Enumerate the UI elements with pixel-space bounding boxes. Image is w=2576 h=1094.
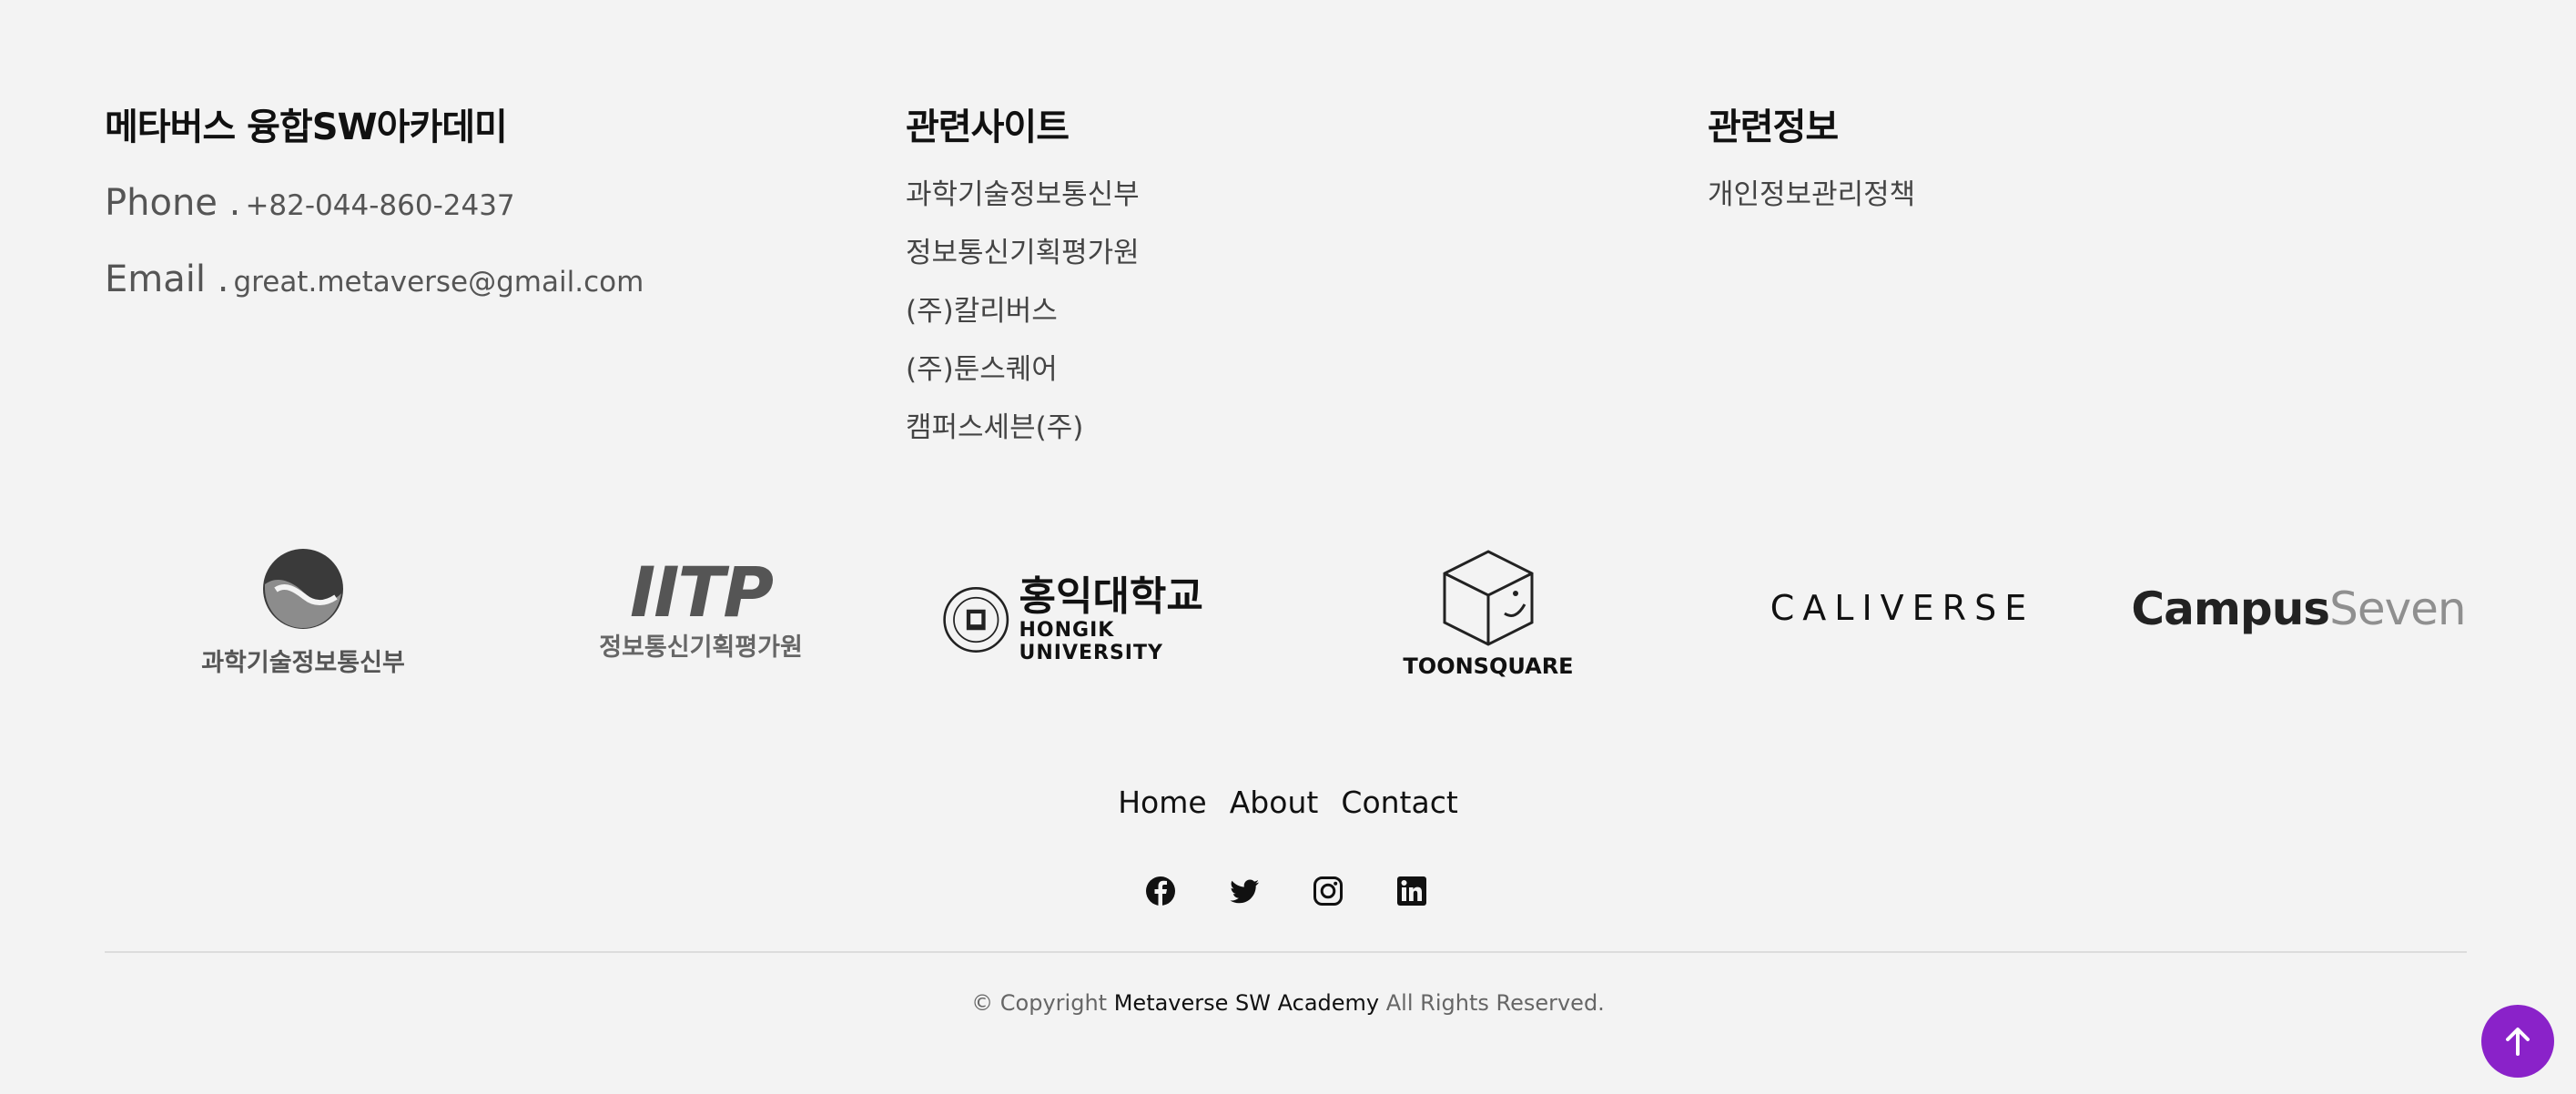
related-site-link[interactable]: (주)칼리버스 <box>906 282 1140 340</box>
social-links <box>1145 876 1427 907</box>
related-sites-title: 관련사이트 <box>906 106 1070 148</box>
phone-line: Phone . +82-044-860-2437 <box>105 177 644 229</box>
hongik-seal-icon <box>943 587 1009 653</box>
phone-label: Phone . <box>105 182 241 224</box>
iitp-logo[interactable]: IITP 정보통신기획평가원 <box>569 552 833 663</box>
toonsquare-logo-text: TOONSQUARE <box>1403 653 1574 679</box>
hongik-logo[interactable]: 홍익대학교 HONGIK UNIVERSITY <box>942 575 1233 664</box>
msit-logo-text: 과학기술정보통신부 <box>201 649 405 677</box>
back-to-top-button[interactable] <box>2481 1005 2554 1078</box>
copyright: © Copyright Metaverse SW Academy All Rig… <box>0 990 2576 1016</box>
iitp-logo-mark: IITP <box>629 552 774 633</box>
toonsquare-logo[interactable]: TOONSQUARE <box>1388 548 1588 679</box>
facebook-icon[interactable] <box>1145 876 1176 907</box>
copyright-prefix: © Copyright <box>971 990 1108 1016</box>
nav-home-link[interactable]: Home <box>1118 785 1206 820</box>
caliverse-logo[interactable]: CALIVERSE <box>1739 588 2066 628</box>
email-line: Email . great.metaverse@gmail.com <box>105 253 644 306</box>
email-label: Email . <box>105 258 229 300</box>
arrow-up-icon <box>2506 1028 2530 1056</box>
msit-emblem-icon <box>263 549 343 629</box>
instagram-icon[interactable] <box>1313 876 1344 907</box>
toonsquare-cube-icon <box>1443 550 1534 646</box>
privacy-policy-link[interactable]: 개인정보관리정책 <box>1708 166 1915 224</box>
linkedin-icon[interactable] <box>1396 876 1427 907</box>
hongik-english-name: HONGIK UNIVERSITY <box>1019 619 1163 664</box>
copyright-brand: Metaverse SW Academy <box>1113 990 1380 1016</box>
caliverse-logo-text: CALIVERSE <box>1770 588 2035 628</box>
related-site-link[interactable]: 과학기술정보통신부 <box>906 166 1140 224</box>
nav-contact-link[interactable]: Contact <box>1341 785 1457 820</box>
twitter-icon[interactable] <box>1229 876 1260 907</box>
email-address[interactable]: great.metaverse@gmail.com <box>234 266 644 299</box>
campus-seven-logo[interactable]: Campus Seven <box>2131 582 2466 635</box>
related-site-link[interactable]: (주)툰스퀘어 <box>906 340 1140 399</box>
hongik-korean-name: 홍익대학교 <box>1019 573 1203 620</box>
iitp-logo-text: 정보통신기획평가원 <box>599 633 803 662</box>
related-info-title: 관련정보 <box>1708 106 1839 148</box>
campus-seven-text-a: Campus <box>2131 582 2330 635</box>
academy-info: 메타버스 융합SW아카데미 Phone . +82-044-860-2437 E… <box>105 102 644 306</box>
footer-nav: Home About Contact <box>0 785 2576 820</box>
nav-about-link[interactable]: About <box>1230 785 1319 820</box>
academy-title: 메타버스 융합SW아카데미 <box>105 106 508 148</box>
campus-seven-text-b: Seven <box>2329 582 2467 635</box>
partner-logos: 과학기술정보통신부 IITP 정보통신기획평가원 홍익대학교 HONGIK UN… <box>105 537 2471 692</box>
related-site-link[interactable]: 정보통신기획평가원 <box>906 224 1140 282</box>
related-sites: 관련사이트 과학기술정보통신부 정보통신기획평가원 (주)칼리버스 (주)툰스퀘… <box>906 102 1140 457</box>
copyright-suffix: All Rights Reserved. <box>1385 990 1605 1016</box>
phone-number[interactable]: +82-044-860-2437 <box>245 189 514 222</box>
msit-logo[interactable]: 과학기술정보통신부 <box>180 548 426 678</box>
related-sites-list: 과학기술정보통신부 정보통신기획평가원 (주)칼리버스 (주)툰스퀘어 캠퍼스세… <box>906 166 1140 457</box>
hongik-wordmark: 홍익대학교 HONGIK UNIVERSITY <box>1019 573 1233 665</box>
related-site-link[interactable]: 캠퍼스세븐(주) <box>906 399 1140 457</box>
related-info-list: 개인정보관리정책 <box>1708 166 1915 224</box>
footer-divider <box>105 951 2467 953</box>
related-info: 관련정보 개인정보관리정책 <box>1708 102 1915 224</box>
